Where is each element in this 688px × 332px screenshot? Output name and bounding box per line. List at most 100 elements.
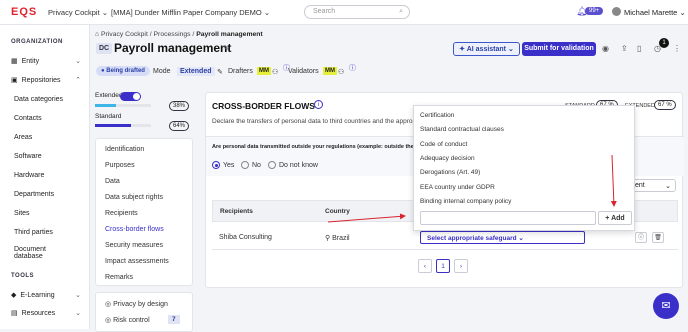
edit-icon[interactable]: ✎	[223, 44, 230, 53]
sidebar-item-document-database[interactable]: Document database	[14, 246, 64, 260]
user-menu[interactable]: Michael Marette ⌄	[624, 8, 686, 17]
nav-impact-assessments[interactable]: Impact assessments	[105, 258, 169, 265]
sidebar-item-third-parties[interactable]: Third parties	[14, 229, 84, 236]
info-icon[interactable]: ⓘ	[349, 63, 356, 73]
section-title: CROSS-BORDER FLOWS	[212, 101, 315, 111]
prev-page-button[interactable]: ‹	[418, 259, 432, 273]
section-nav: Identification Purposes Data Data subjec…	[95, 138, 193, 286]
standard-progress	[95, 124, 151, 127]
extended-progress	[95, 104, 151, 107]
radio-do-not-know[interactable]: Do not know	[268, 161, 318, 169]
status-label: Being drafted	[106, 68, 145, 74]
add-button[interactable]: + Add	[598, 211, 632, 225]
nav-recipients[interactable]: Recipients	[105, 210, 138, 217]
nav-data-subject-rights[interactable]: Data subject rights	[105, 194, 163, 201]
pencil-icon: ✎	[217, 69, 223, 76]
nav-cross-border-flows[interactable]: Cross-border flows	[105, 226, 164, 233]
tools-heading: TOOLS	[11, 273, 35, 279]
sidebar-item-departments[interactable]: Departments	[14, 191, 84, 198]
custom-safeguard-input[interactable]	[420, 211, 596, 225]
button-label: AI assistant	[466, 46, 507, 53]
more-icon[interactable]: ⋮	[673, 44, 681, 53]
risk-control-item[interactable]: ◎ Risk control	[105, 316, 150, 324]
radio-label: Do not know	[279, 161, 318, 169]
company-switcher[interactable]: [MMA] Dunder Mifflin Paper Company DEMO …	[111, 8, 270, 17]
sidebar-item-areas[interactable]: Areas	[14, 134, 84, 141]
question-text: Are personal data transmitted outside yo…	[212, 144, 438, 150]
dropdown-label: ent	[635, 182, 645, 189]
validator-avatar[interactable]: MM	[323, 67, 337, 75]
sidebar-item-label: Resources	[21, 309, 56, 317]
sidebar-item-sites[interactable]: Sites	[14, 210, 84, 217]
sidebar-item-label: Entity	[21, 57, 40, 65]
home-icon: ⌂	[95, 31, 100, 38]
eye-icon[interactable]: ◉	[602, 44, 609, 53]
share-icon[interactable]: ⇪	[621, 44, 628, 53]
trash-icon[interactable]: 🗑︎	[652, 232, 664, 243]
app-switcher[interactable]: Privacy Cockpit ⌄	[48, 8, 108, 17]
search-input[interactable]: Search ⌕	[304, 5, 410, 19]
option-code-of-conduct[interactable]: Code of conduct	[420, 141, 467, 148]
toggle-icon: ◎	[105, 317, 112, 324]
info-icon[interactable]: ⓘ	[635, 232, 647, 243]
help-chat-button[interactable]: ✉	[653, 293, 679, 319]
sparkle-icon: ✦	[459, 46, 466, 53]
page-1-button[interactable]: 1	[436, 259, 450, 273]
breadcrumb-link[interactable]: Privacy Cockpit	[101, 31, 148, 38]
submit-for-validation-button[interactable]: Submit for validation	[522, 42, 596, 56]
country-cell: ⚲ Brazil	[325, 234, 350, 242]
sidebar-item-label: Hardware	[14, 172, 45, 179]
management-dropdown[interactable]: ent ⌄	[630, 179, 676, 192]
sidebar-item-label: Repositories	[21, 76, 61, 84]
eqs-logo[interactable]: EQS	[11, 6, 37, 18]
privacy-by-design-item[interactable]: ◎ Privacy by design	[105, 300, 168, 308]
mode-value[interactable]: Extended	[177, 67, 215, 76]
extended-toggle[interactable]	[120, 92, 141, 101]
next-page-button[interactable]: ›	[454, 259, 468, 273]
extended-percent: 67 %	[654, 100, 676, 110]
breadcrumb-link[interactable]: Processings	[154, 31, 191, 38]
option-adequacy-decision[interactable]: Adequacy decision	[420, 155, 475, 162]
avatar[interactable]	[612, 7, 621, 16]
info-icon[interactable]: i	[314, 100, 323, 109]
sidebar-item-software[interactable]: Software	[14, 153, 84, 160]
radio-label: No	[252, 161, 261, 169]
graduation-icon: ◆	[11, 292, 17, 299]
safeguard-select[interactable]: Select appropriate safeguard ⌄	[420, 231, 585, 244]
sidebar-item-hardware[interactable]: Hardware	[14, 172, 84, 179]
radio-label: Yes	[223, 161, 235, 169]
sidebar-item-label: Sites	[14, 210, 30, 217]
sidebar-item-elearning[interactable]: ◆ E-Learning ⌄	[11, 291, 81, 300]
sidebar-item-contacts[interactable]: Contacts	[14, 115, 84, 122]
sidebar-item-resources[interactable]: ▤ Resources ⌄	[11, 309, 81, 318]
option-standard-contractual-clauses[interactable]: Standard contractual clauses	[420, 126, 504, 133]
search-placeholder: Search	[313, 8, 336, 15]
extended-label: Extended	[95, 92, 123, 99]
chevron-down-icon: ⌄	[75, 292, 81, 299]
user-icon: ⚇	[272, 69, 279, 76]
drafter-avatar[interactable]: MM	[257, 67, 271, 75]
chevron-down-icon: ⌄	[263, 8, 271, 17]
nav-data[interactable]: Data	[105, 178, 120, 185]
nav-security-measures[interactable]: Security measures	[105, 242, 163, 249]
select-label: Select appropriate safeguard	[427, 235, 517, 242]
location-pin-icon: ⚲	[325, 235, 331, 242]
sidebar-item-label: Data categories	[14, 96, 64, 103]
option-certification[interactable]: Certification	[420, 112, 454, 119]
ai-assistant-button[interactable]: ✦ AI assistant ⌄	[453, 42, 520, 56]
option-eea-country[interactable]: EEA country under GDPR	[420, 184, 495, 191]
sidebar-item-data-categories[interactable]: Data categories	[14, 96, 84, 103]
radio-no[interactable]: No	[241, 161, 261, 169]
nav-purposes[interactable]: Purposes	[105, 162, 135, 169]
pdf-icon[interactable]: ▯	[637, 44, 641, 53]
chevron-down-icon: ⌄	[665, 183, 671, 190]
option-binding-policy[interactable]: Binding internal company policy	[420, 198, 511, 205]
option-derogations[interactable]: Derogations (Art. 49)	[420, 169, 480, 176]
radio-icon	[212, 161, 220, 169]
sidebar-item-entity[interactable]: ▦ Entity ⌄	[11, 57, 81, 66]
toggle-icon: ◎	[105, 301, 112, 308]
radio-yes[interactable]: Yes	[212, 161, 234, 169]
nav-identification[interactable]: Identification	[105, 146, 144, 153]
sidebar-item-repositories[interactable]: ▣ Repositories ⌃	[11, 76, 81, 85]
nav-remarks[interactable]: Remarks	[105, 274, 133, 281]
